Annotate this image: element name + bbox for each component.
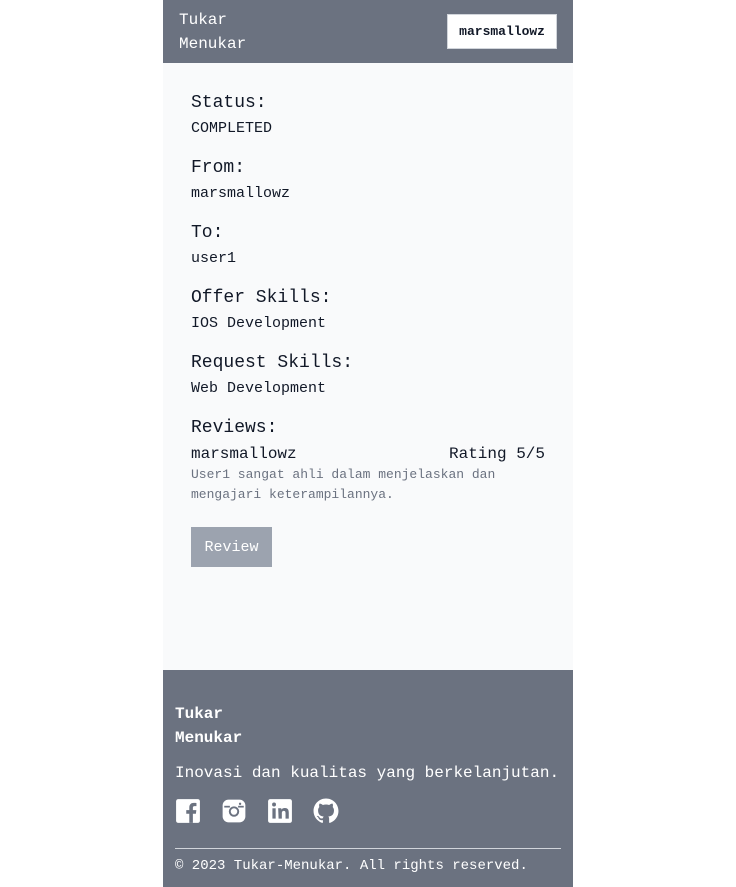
logo-line1: Tukar [179, 10, 228, 29]
status-label: Status: [191, 93, 267, 113]
footer-tagline: Inovasi dan kualitas yang berkelanjutan. [175, 764, 560, 782]
offer-skills-value: IOS Development [191, 315, 327, 332]
footer-logo-line1: Tukar [175, 705, 224, 723]
to-value: user1 [191, 250, 237, 267]
facebook-icon[interactable] [175, 798, 201, 824]
offer-skills-label: Offer Skills: [191, 288, 332, 308]
exchange-details: Status: COMPLETED From: marsmallowz To: … [163, 63, 573, 567]
copyright: © 2023 Tukar-Menukar. All rights reserve… [175, 858, 528, 874]
review-header: marsmallowz Rating 5/5 [191, 444, 545, 464]
reviews-label: Reviews: [191, 418, 278, 438]
footer: Tukar Menukar Inovasi dan kualitas yang … [163, 670, 573, 887]
logo[interactable]: Tukar Menukar [179, 8, 269, 56]
review-rating: Rating 5/5 [448, 445, 545, 463]
review-item: marsmallowz Rating 5/5 User1 sangat ahli… [191, 444, 545, 505]
from-value: marsmallowz [191, 185, 291, 202]
review-author: marsmallowz [191, 445, 297, 463]
review-text: User1 sangat ahli dalam menjelaskan dan … [191, 467, 496, 502]
social-links [175, 798, 561, 824]
footer-divider [175, 848, 561, 849]
app-container: Tukar Menukar marsmallowz Status: COMPLE… [163, 0, 573, 887]
from-label: From: [191, 158, 246, 178]
request-skills-value: Web Development [191, 380, 327, 397]
instagram-icon[interactable] [221, 798, 247, 824]
user-menu-button[interactable]: marsmallowz [447, 14, 557, 49]
linkedin-icon[interactable] [267, 798, 293, 824]
header: Tukar Menukar marsmallowz [163, 0, 573, 63]
github-icon[interactable] [313, 798, 339, 824]
to-label: To: [191, 223, 224, 243]
status-value: COMPLETED [191, 120, 273, 137]
request-skills-label: Request Skills: [191, 353, 354, 373]
footer-logo: Tukar Menukar [175, 670, 275, 750]
logo-line2: Menukar [179, 34, 247, 53]
review-button[interactable]: Review [191, 527, 272, 567]
footer-logo-line2: Menukar [175, 729, 243, 747]
